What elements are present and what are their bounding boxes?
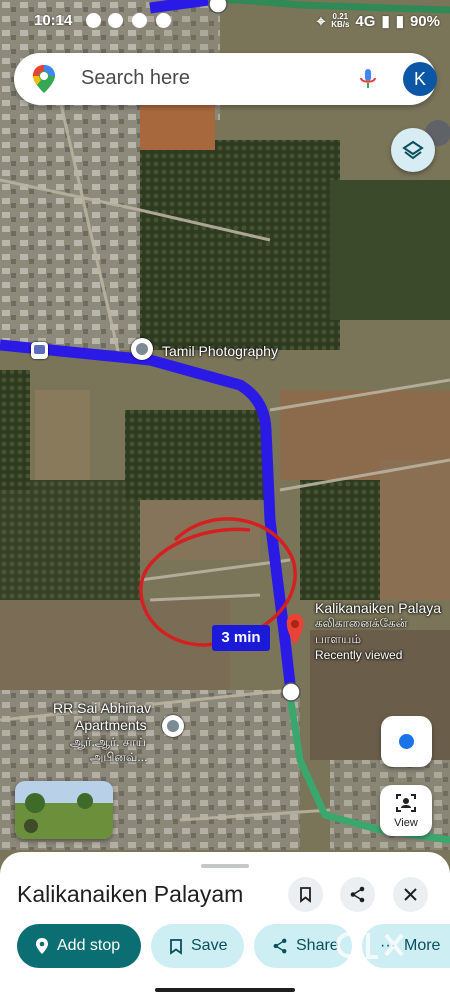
street-view-icon	[396, 794, 416, 812]
status-time: 10:14	[34, 12, 73, 29]
network-speed: 0.21 KB/s	[331, 13, 349, 29]
notification-icon	[86, 13, 101, 28]
destination-name-tamil: கலிகானைக்கேன்	[315, 616, 408, 630]
status-right: ⌖ 0.21 KB/s 4G ▮ ▮ 90%	[316, 12, 440, 31]
share-icon-button[interactable]	[340, 877, 375, 912]
network-speed-unit: KB/s	[331, 20, 350, 29]
sheet-drag-handle[interactable]	[201, 864, 249, 868]
google-maps-pin-icon	[33, 65, 55, 93]
status-bar: 10:14 ⌖ 0.21 KB/s 4G ▮ ▮ 90%	[0, 0, 450, 44]
poi-label-rr-apartments-tamil: ஆர்.ஆர். சாய்	[70, 735, 147, 749]
notification-icon	[156, 13, 171, 28]
bookmark-icon	[300, 887, 311, 903]
street-view-thumbnail[interactable]	[15, 781, 113, 839]
destination-name-tamil-2: பாளயம்	[315, 632, 361, 646]
bus-stop-icon[interactable]	[31, 342, 48, 359]
poi-pin-icon[interactable]	[131, 338, 153, 360]
account-avatar[interactable]: K	[403, 62, 437, 96]
place-bottom-sheet[interactable]: Kalikanaiken Palayam Add stop Save Share…	[0, 852, 450, 1000]
view-label: View	[394, 817, 418, 829]
signal-icon: ▮	[381, 13, 390, 30]
share-label: Share	[296, 937, 339, 954]
share-icon	[273, 938, 287, 954]
poi-label-rr-apartments-tamil-2: அபினவ்...	[90, 750, 148, 764]
location-pin-icon	[36, 938, 48, 954]
gesture-nav-bar[interactable]	[155, 988, 295, 992]
close-icon	[404, 888, 417, 901]
poi-label-rr-apartments[interactable]: RR Sai Abhinav	[53, 700, 151, 716]
search-bar[interactable]: Search here K	[14, 53, 437, 105]
poi-pin-icon[interactable]	[162, 715, 184, 737]
battery-level: 90%	[409, 12, 440, 30]
close-button[interactable]	[393, 877, 428, 912]
my-location-button[interactable]	[381, 716, 432, 767]
destination-name: Kalikanaiken Palaya	[315, 600, 442, 616]
notification-icon	[132, 13, 147, 28]
notification-icon	[108, 13, 123, 28]
mic-icon[interactable]	[356, 67, 380, 91]
save-label: Save	[191, 937, 228, 954]
landscape-photo	[15, 781, 113, 839]
olx-watermark	[336, 932, 404, 959]
share-icon	[350, 886, 365, 903]
layers-icon	[402, 140, 424, 160]
place-title: Kalikanaiken Palayam	[17, 881, 244, 907]
battery-icon: ▮	[395, 13, 404, 30]
destination-status: Recently viewed	[315, 648, 403, 662]
poi-label-rr-apartments-2[interactable]: Apartments	[75, 717, 147, 733]
bookmark-button[interactable]	[288, 877, 323, 912]
route-eta-badge[interactable]: 3 min	[212, 625, 270, 651]
location-status-icon: ⌖	[316, 12, 326, 30]
add-stop-label: Add stop	[57, 937, 121, 954]
save-button[interactable]: Save	[151, 924, 244, 968]
poi-label-tamil-photography[interactable]: Tamil Photography	[162, 343, 278, 359]
add-stop-button[interactable]: Add stop	[17, 924, 141, 968]
network-type: 4G	[355, 12, 376, 30]
bookmark-icon	[170, 938, 182, 955]
map-canvas[interactable]	[0, 0, 450, 1000]
street-view-button[interactable]: View	[380, 785, 432, 836]
search-input[interactable]: Search here	[81, 67, 190, 90]
layers-button[interactable]	[391, 128, 435, 172]
destination-label[interactable]: Kalikanaiken Palaya கலிகானைக்கேன் பாளயம்…	[315, 600, 441, 662]
